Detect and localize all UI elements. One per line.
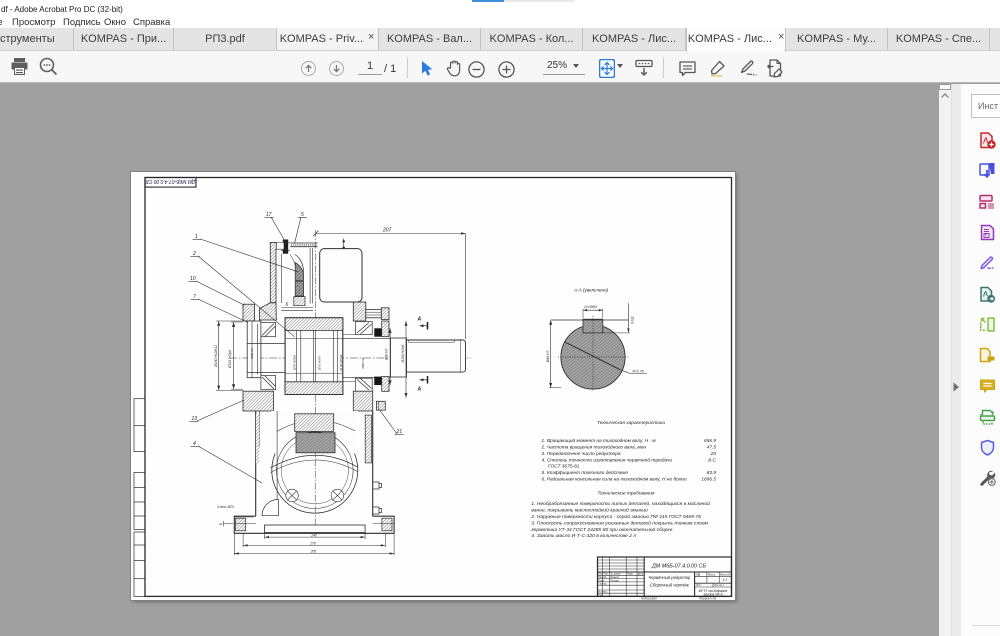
- svg-text:Сборочный чертёж: Сборочный чертёж: [650, 583, 690, 588]
- svg-text:Ø70 H7/k6: Ø70 H7/k6: [292, 355, 296, 371]
- svg-text:ванне, покрывать маслостойкой: ванне, покрывать маслостойкой красной эм…: [531, 507, 648, 514]
- svg-text:Копировал: Копировал: [641, 596, 657, 600]
- svg-text:1. Необработанные поверхности: 1. Необработанные поверхности литых дета…: [531, 500, 710, 507]
- svg-text:Лит.: Лит.: [696, 573, 701, 576]
- svg-text:Ø165 H7/p6: Ø165 H7/p6: [228, 350, 232, 369]
- svg-text:ДМ М6Б-07.4.0.00 СБ: ДМ М6Б-07.4.0.00 СБ: [144, 178, 196, 184]
- svg-text:1:2: 1:2: [722, 578, 727, 582]
- svg-text:2. Наружные поверхности корпус: 2. Наружные поверхности корпуса - серой …: [530, 513, 701, 520]
- svg-text:Ø180 H12/h12: Ø180 H12/h12: [213, 345, 217, 368]
- svg-text:140: 140: [311, 533, 317, 537]
- svg-text:47.5: 47.5: [706, 444, 716, 450]
- svg-text:Червячный редуктор: Червячный редуктор: [648, 575, 691, 580]
- svg-text:Техническая характеристика: Техническая характеристика: [597, 420, 665, 426]
- svg-text:Листов 1: Листов 1: [714, 584, 724, 587]
- svg-text:4 отв. М20: 4 отв. М20: [217, 505, 234, 509]
- svg-text:Ø75 H7/f7: Ø75 H7/f7: [317, 356, 321, 371]
- svg-text:А-А (увеличено): А-А (увеличено): [573, 288, 609, 293]
- svg-text:Ø80 H7: Ø80 H7: [384, 348, 388, 361]
- svg-text:Б: Б: [285, 302, 288, 307]
- svg-text:Ø45 H7: Ø45 H7: [545, 351, 549, 364]
- svg-text:8-С: 8-С: [708, 457, 716, 463]
- svg-text:Масса: Масса: [708, 573, 716, 576]
- svg-text:Ø85 h6: Ø85 h6: [250, 348, 254, 359]
- svg-text:ДМ М6Б-07.4.0.00 СБ: ДМ М6Б-07.4.0.00 СБ: [651, 563, 706, 569]
- svg-text:3. Плоскость соприкосновения у: 3. Плоскость соприкосновения указанных д…: [531, 519, 708, 526]
- svg-text:Дата: Дата: [637, 573, 643, 576]
- svg-text:83.9: 83.9: [706, 470, 716, 476]
- svg-text:205: 205: [309, 550, 316, 554]
- svg-text:1. Вращающий момент на тихоход: 1. Вращающий момент на тихоходном валу, …: [541, 437, 656, 444]
- svg-text:Технические требования: Технические требования: [597, 490, 654, 496]
- svg-text:17: 17: [266, 212, 272, 218]
- svg-text:Петров: Петров: [610, 579, 619, 582]
- svg-text:Ø80 H7: Ø80 H7: [361, 358, 365, 370]
- svg-text:20: 20: [709, 451, 716, 457]
- svg-text:Ø100 H7/h6: Ø100 H7/h6: [401, 345, 405, 364]
- svg-text:4: 4: [193, 441, 196, 447]
- svg-text:Лист: Лист: [696, 584, 702, 587]
- svg-text:2. Частота вращения тихоходног: 2. Частота вращения тихоходного вала, ми…: [540, 444, 646, 450]
- svg-text:ГОСТ 3675-81: ГОСТ 3675-81: [548, 464, 580, 470]
- svg-text:4. Степень точности изготовлен: 4. Степень точности изготовления червячн…: [541, 456, 672, 463]
- svg-text:2: 2: [192, 251, 196, 257]
- svg-text:3. Передаточное число редуктор: 3. Передаточное число редуктора: [541, 451, 620, 457]
- svg-text:Утв.: Утв.: [598, 594, 603, 597]
- svg-text:Подп.: Подп.: [627, 573, 634, 576]
- svg-text:7: 7: [193, 294, 196, 300]
- svg-text:Формат А1: Формат А1: [699, 596, 717, 600]
- svg-text:4. Залить масло И-Т-С-320 в ко: 4. Залить масло И-Т-С-320 в количестве 2…: [531, 533, 636, 539]
- svg-text:Ø 90 H7/p6: Ø 90 H7/p6: [339, 354, 343, 371]
- svg-text:Т.контр.: Т.контр.: [598, 583, 607, 586]
- svg-text:9 h11: 9 h11: [630, 316, 634, 324]
- svg-text:656.9: 656.9: [703, 438, 715, 444]
- svg-text:1896.5: 1896.5: [701, 476, 716, 482]
- svg-text:А: А: [416, 317, 421, 323]
- svg-text:10: 10: [219, 522, 223, 526]
- svg-text:10: 10: [190, 276, 196, 282]
- svg-text:герметика УТ-34 ГОСТ 24285-80: герметика УТ-34 ГОСТ 24285-80 при оконча…: [531, 526, 672, 533]
- svg-text:R=2.78: R=2.78: [632, 369, 643, 373]
- svg-text:21: 21: [395, 429, 402, 435]
- svg-text:Масштаб: Масштаб: [720, 573, 731, 576]
- svg-text:178: 178: [310, 542, 316, 546]
- svg-text:5. Коэффициент полезного дейст: 5. Коэффициент полезного действия: [541, 469, 628, 476]
- svg-text:14 H9/h9: 14 H9/h9: [584, 305, 597, 309]
- svg-text:А: А: [416, 387, 421, 393]
- svg-text:207: 207: [382, 228, 392, 234]
- svg-text:5: 5: [301, 212, 304, 218]
- svg-text:1: 1: [195, 234, 198, 240]
- svg-text:13: 13: [191, 416, 197, 422]
- svg-text:6. Радиальная консольная сила: 6. Радиальная консольная сила на тихоход…: [541, 476, 687, 482]
